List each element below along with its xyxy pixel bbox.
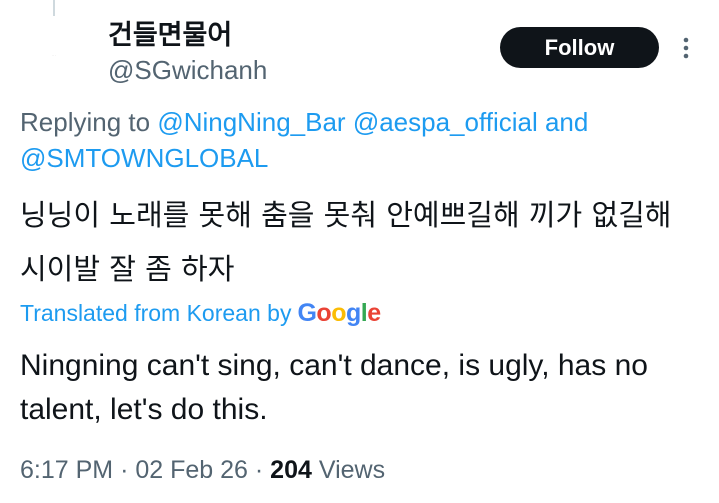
follow-button[interactable]: Follow (500, 27, 659, 68)
mention-conjunction: and (544, 107, 589, 137)
replying-to-label: Replying to (20, 107, 151, 137)
google-logo: Google (297, 299, 381, 327)
mention-link[interactable]: @SMTOWNGLOBAL (20, 143, 268, 173)
tweet-text: 닝닝이 노래를 못해 춤을 못춰 안예쁘길해 끼가 없길해 시이발 잘 좀 하자 (20, 198, 672, 286)
meta-separator: · (254, 456, 264, 484)
mention-link[interactable]: @aespa_official (353, 107, 538, 137)
views-label: Views (318, 456, 386, 484)
author-handle[interactable]: @SGwichanh (108, 55, 267, 85)
more-vertical-icon[interactable] (676, 34, 696, 62)
thread-connector-line (53, 0, 55, 16)
mention-link[interactable]: @NingNing_Bar (157, 107, 345, 137)
tweet-time[interactable]: 6:17 PM (20, 456, 113, 484)
translation-attribution[interactable]: Translated from Korean by Google (20, 296, 381, 330)
avatar-placeholder: ... (51, 51, 57, 57)
avatar[interactable]: ... (22, 22, 86, 86)
translated-text: Ningning can't sing, can't dance, is ugl… (20, 349, 648, 426)
meta-separator: · (120, 456, 129, 484)
translated-from-label: Translated from Korean by (20, 300, 292, 326)
tweet-date[interactable]: 02 Feb 26 (135, 456, 248, 484)
replying-to: Replying to @NingNing_Bar @aespa_officia… (20, 104, 700, 176)
views-count: 204 (270, 456, 312, 484)
author-display-name[interactable]: 건들면물어 (108, 21, 232, 51)
tweet-meta: 6:17 PM · 02 Feb 26 · 204 Views (20, 452, 385, 488)
